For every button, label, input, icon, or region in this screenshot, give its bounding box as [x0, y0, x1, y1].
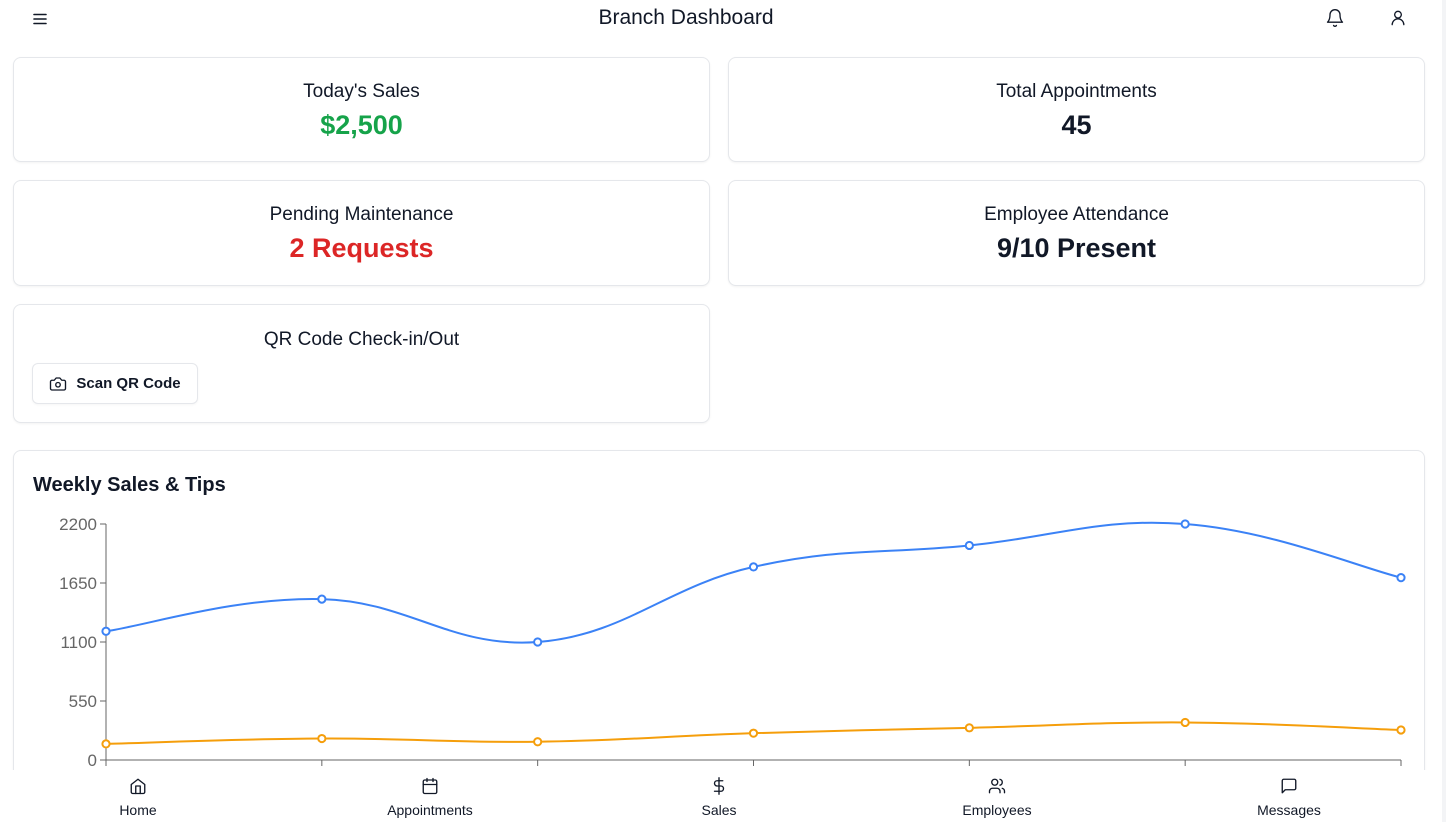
nav-home[interactable]: Home — [58, 770, 218, 822]
qr-card-title: QR Code Check-in/Out — [263, 329, 460, 350]
nav-label: Home — [119, 802, 157, 818]
nav-employees[interactable]: Employees — [917, 770, 1077, 822]
message-icon — [1281, 778, 1297, 794]
scan-qr-button[interactable]: Scan QR Code — [32, 363, 198, 404]
series-point — [964, 723, 974, 733]
series-point — [1180, 519, 1190, 529]
nav-appointments[interactable]: Appointments — [350, 770, 510, 822]
series-point — [317, 733, 327, 744]
nav-label: Appointments — [387, 802, 473, 818]
y-tick-label: 2200 — [59, 515, 97, 534]
series-point — [533, 637, 543, 647]
weekly-sales-chart: 0550110016502200MonTueWedThuFriSatSun — [59, 515, 1416, 788]
page-title: Branch Dashboard — [598, 6, 774, 29]
nav-label: Employees — [962, 802, 1032, 818]
series-point — [317, 594, 327, 604]
stat-title: Today's Sales — [303, 81, 420, 102]
series-point — [748, 562, 759, 572]
scan-qr-label: Scan QR Code — [76, 375, 181, 392]
stat-title: Employee Attendance — [984, 204, 1169, 225]
home-icon — [130, 778, 146, 795]
y-tick-label: 1650 — [59, 574, 97, 593]
user-icon[interactable] — [1388, 8, 1408, 28]
nav-sales[interactable]: Sales — [639, 770, 799, 822]
bottom-nav: Home Appointments Sales Employees Messag… — [0, 770, 1446, 822]
series-point — [748, 728, 759, 738]
stat-value: $2,500 — [320, 110, 403, 140]
series-point — [1180, 717, 1190, 728]
top-header: Branch Dashboard — [0, 0, 1446, 40]
nav-label: Messages — [1257, 802, 1321, 818]
bell-icon[interactable] — [1325, 8, 1345, 28]
stat-title: Total Appointments — [996, 81, 1157, 102]
todays-sales-card: Today's Sales $2,500 — [13, 57, 710, 162]
stat-value: 45 — [1061, 110, 1092, 140]
camera-icon — [50, 376, 67, 391]
stat-value: 2 Requests — [289, 233, 434, 263]
stat-title: Pending Maintenance — [269, 204, 454, 225]
nav-messages[interactable]: Messages — [1209, 770, 1369, 822]
y-tick-label: 550 — [69, 692, 97, 711]
calendar-icon — [422, 777, 438, 795]
series-point — [101, 739, 111, 749]
y-tick-label: 1100 — [60, 633, 97, 652]
total-appointments-card: Total Appointments 45 — [728, 57, 1425, 162]
series-point — [533, 737, 543, 747]
employee-attendance-card: Employee Attendance 9/10 Present — [728, 180, 1425, 286]
weekly-chart-card: Weekly Sales & Tips 0550110016502200MonT… — [13, 450, 1425, 790]
pending-maintenance-card: Pending Maintenance 2 Requests — [13, 180, 710, 286]
qr-checkin-card: QR Code Check-in/Out Scan QR Code — [13, 304, 710, 423]
page-scrollbar[interactable] — [1442, 0, 1446, 822]
series-point — [101, 626, 111, 636]
series-point — [1396, 725, 1406, 735]
y-tick-label: 0 — [88, 751, 97, 770]
series-point — [964, 540, 974, 551]
nav-label: Sales — [701, 802, 737, 818]
users-icon — [988, 778, 1006, 794]
stat-value: 9/10 Present — [996, 233, 1157, 263]
dollar-icon — [713, 777, 725, 795]
series-point — [1396, 573, 1406, 583]
series-line-1 — [105, 521, 1402, 644]
